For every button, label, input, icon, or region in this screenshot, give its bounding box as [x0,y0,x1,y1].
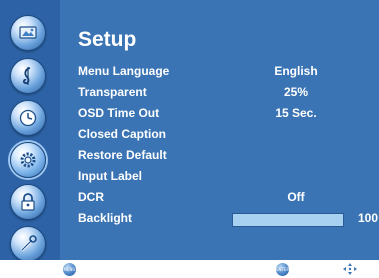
menu-item-menu-language[interactable]: Menu Language English [78,64,378,82]
menu-item-value: 25% [283,85,309,99]
menu-item-value: English [274,64,318,78]
menu-item-closed-caption[interactable]: Closed Caption [78,127,378,145]
picture-icon[interactable] [10,15,46,51]
menu-title: Setup [78,28,137,51]
setup-icon[interactable] [10,142,46,178]
backlight-slider[interactable] [232,213,344,227]
menu-item-input-label[interactable]: Input Label [78,169,378,187]
menu-item-transparent[interactable]: Transparent 25% [78,85,378,103]
tools-icon[interactable] [10,226,46,262]
menu-item-value: 15 Sec. [275,106,317,120]
menu-sidebar [0,0,60,262]
lock-icon[interactable] [10,184,46,220]
enter-button-icon[interactable]: ENTER [276,263,289,276]
button-hint-bar: MENU ENTER [0,260,379,278]
backlight-slider-fill [233,214,343,226]
menu-item-label: Transparent [78,85,147,99]
menu-item-value: Off [287,190,305,204]
menu-item-label: DCR [78,190,104,204]
timer-icon[interactable] [10,100,46,136]
menu-item-label: Input Label [78,169,142,183]
menu-item-label: Restore Default [78,148,167,162]
menu-item-backlight[interactable]: Backlight 100 [78,211,378,229]
audio-icon[interactable] [10,58,46,94]
menu-item-dcr[interactable]: DCR Off [78,190,378,208]
setup-menu-panel: Setup Menu Language English Transparent … [0,0,379,262]
menu-item-osd-time-out[interactable]: OSD Time Out 15 Sec. [78,106,378,124]
backlight-value: 100 [358,211,379,225]
menu-button-icon[interactable]: MENU [63,263,76,276]
menu-item-label: Menu Language [78,64,170,78]
navigation-arrows-icon [343,263,357,275]
menu-item-label: Backlight [78,211,133,225]
menu-item-restore-default[interactable]: Restore Default [78,148,378,166]
menu-item-label: OSD Time Out [78,106,160,120]
menu-item-label: Closed Caption [78,127,167,141]
